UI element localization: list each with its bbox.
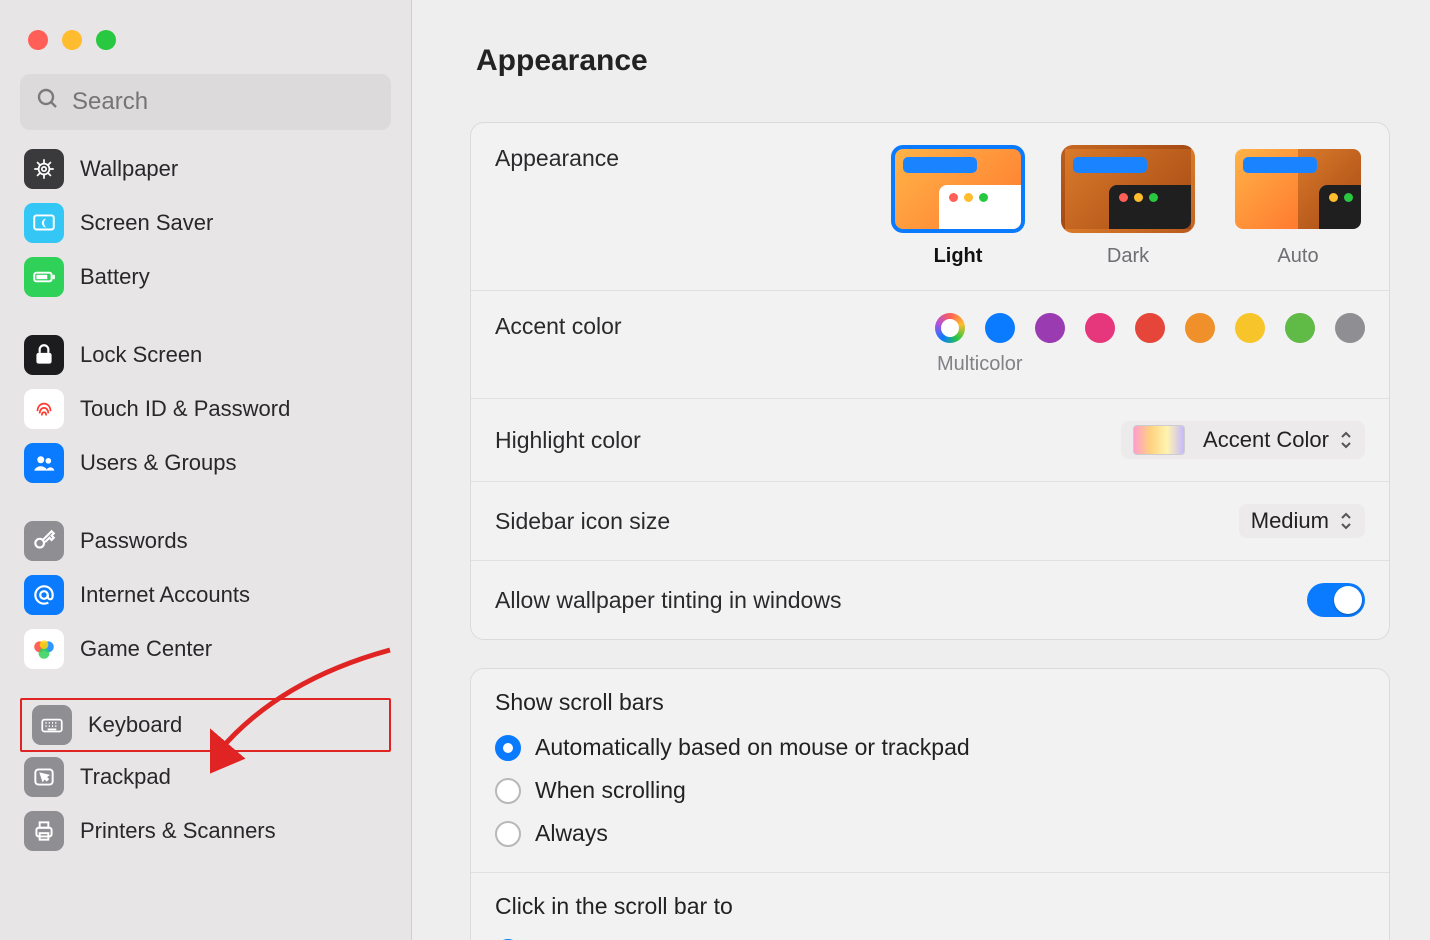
chevron-updown-icon bbox=[1339, 430, 1357, 450]
at-icon bbox=[24, 575, 64, 615]
wallpaper-icon bbox=[24, 149, 64, 189]
sidebar-item-label: Lock Screen bbox=[80, 342, 202, 368]
minimize-window-button[interactable] bbox=[62, 30, 82, 50]
sidebar-item-wallpaper[interactable]: Wallpaper bbox=[14, 142, 397, 196]
zoom-window-button[interactable] bbox=[96, 30, 116, 50]
radio-option[interactable]: Always bbox=[471, 816, 1389, 859]
accent-color-swatch-3[interactable] bbox=[1085, 313, 1115, 343]
highlight-color-value: Accent Color bbox=[1203, 427, 1329, 453]
accent-color-swatch-1[interactable] bbox=[985, 313, 1015, 343]
sidebar-item-label: Trackpad bbox=[80, 764, 171, 790]
appearance-card: Appearance Light Dark Auto Accent color … bbox=[470, 122, 1390, 640]
lock-icon bbox=[24, 335, 64, 375]
appearance-option-light[interactable]: Light bbox=[891, 145, 1025, 268]
highlight-color-select[interactable]: Accent Color bbox=[1121, 421, 1365, 459]
wallpaper-tinting-toggle[interactable] bbox=[1307, 583, 1365, 617]
trackpad-icon bbox=[24, 757, 64, 797]
radio-label: When scrolling bbox=[535, 777, 686, 804]
search-field[interactable] bbox=[20, 74, 391, 130]
sidebar-icon-size-select[interactable]: Medium bbox=[1239, 504, 1365, 538]
appearance-option-dark[interactable]: Dark bbox=[1061, 145, 1195, 268]
search-input[interactable] bbox=[72, 88, 375, 116]
sidebar-item-lock-screen[interactable]: Lock Screen bbox=[14, 328, 397, 382]
highlight-swatch-icon bbox=[1133, 425, 1185, 455]
radio-button[interactable] bbox=[495, 735, 521, 761]
accent-color-swatch-0[interactable] bbox=[935, 313, 965, 343]
sidebar-item-label: Passwords bbox=[80, 528, 188, 554]
sidebar-item-label: Wallpaper bbox=[80, 156, 178, 182]
sidebar-item-passwords[interactable]: Passwords bbox=[14, 514, 397, 568]
sidebar-item-label: Touch ID & Password bbox=[80, 396, 290, 422]
sidebar-item-label: Game Center bbox=[80, 636, 212, 662]
appearance-option-auto[interactable]: Auto bbox=[1231, 145, 1365, 268]
accent-color-label: Accent color bbox=[495, 313, 622, 340]
sidebar-item-internet-accounts[interactable]: Internet Accounts bbox=[14, 568, 397, 622]
accent-color-swatch-6[interactable] bbox=[1235, 313, 1265, 343]
highlight-color-label: Highlight color bbox=[495, 427, 641, 454]
sidebar-item-label: Users & Groups bbox=[80, 450, 237, 476]
sidebar-item-battery[interactable]: Battery bbox=[14, 250, 397, 304]
gamecenter-icon bbox=[24, 629, 64, 669]
radio-option[interactable]: When scrolling bbox=[471, 773, 1389, 816]
printer-icon bbox=[24, 811, 64, 851]
accent-selected-name: Multicolor bbox=[937, 353, 1023, 376]
accent-color-swatch-4[interactable] bbox=[1135, 313, 1165, 343]
wallpaper-tinting-label: Allow wallpaper tinting in windows bbox=[495, 587, 841, 614]
accent-color-swatch-7[interactable] bbox=[1285, 313, 1315, 343]
appearance-option-label: Light bbox=[934, 245, 983, 268]
sidebar-item-printers-scanners[interactable]: Printers & Scanners bbox=[14, 804, 397, 858]
close-window-button[interactable] bbox=[28, 30, 48, 50]
click-scrollbar-label: Click in the scroll bar to bbox=[471, 873, 1389, 934]
key-icon bbox=[24, 521, 64, 561]
search-icon bbox=[36, 87, 60, 117]
show-scrollbars-label: Show scroll bars bbox=[471, 669, 1389, 730]
radio-button[interactable] bbox=[495, 821, 521, 847]
radio-button[interactable] bbox=[495, 778, 521, 804]
sidebar-item-label: Internet Accounts bbox=[80, 582, 250, 608]
appearance-label: Appearance bbox=[495, 145, 619, 172]
sidebar-item-users-groups[interactable]: Users & Groups bbox=[14, 436, 397, 490]
sidebar-item-label: Printers & Scanners bbox=[80, 818, 276, 844]
battery-icon bbox=[24, 257, 64, 297]
users-icon bbox=[24, 443, 64, 483]
radio-option[interactable]: Automatically based on mouse or trackpad bbox=[471, 730, 1389, 773]
sidebar-item-game-center[interactable]: Game Center bbox=[14, 622, 397, 676]
page-title: Appearance bbox=[476, 44, 1390, 78]
sidebar-item-trackpad[interactable]: Trackpad bbox=[14, 750, 397, 804]
sidebar-item-label: Keyboard bbox=[88, 712, 182, 738]
content-pane: Appearance Appearance Light Dark Auto Ac… bbox=[412, 0, 1430, 940]
chevron-updown-icon bbox=[1339, 511, 1357, 531]
sidebar: Wallpaper Screen Saver Battery Lock Scre… bbox=[0, 0, 412, 940]
sidebar-item-touch-id-password[interactable]: Touch ID & Password bbox=[14, 382, 397, 436]
appearance-option-label: Dark bbox=[1107, 245, 1149, 268]
accent-color-swatch-5[interactable] bbox=[1185, 313, 1215, 343]
accent-color-swatch-2[interactable] bbox=[1035, 313, 1065, 343]
keyboard-icon bbox=[32, 705, 72, 745]
window-controls bbox=[0, 18, 411, 74]
touchid-icon bbox=[24, 389, 64, 429]
screensaver-icon bbox=[24, 203, 64, 243]
scrollbars-card: Show scroll bars Automatically based on … bbox=[470, 668, 1390, 940]
sidebar-item-keyboard[interactable]: Keyboard bbox=[20, 698, 391, 752]
sidebar-item-label: Screen Saver bbox=[80, 210, 213, 236]
radio-label: Automatically based on mouse or trackpad bbox=[535, 734, 970, 761]
appearance-option-label: Auto bbox=[1277, 245, 1318, 268]
radio-option[interactable]: Jump to the next page bbox=[471, 934, 1389, 940]
sidebar-icon-size-value: Medium bbox=[1251, 508, 1329, 534]
sidebar-icon-size-label: Sidebar icon size bbox=[495, 508, 670, 535]
sidebar-item-screen-saver[interactable]: Screen Saver bbox=[14, 196, 397, 250]
accent-color-swatch-8[interactable] bbox=[1335, 313, 1365, 343]
sidebar-item-label: Battery bbox=[80, 264, 150, 290]
radio-label: Always bbox=[535, 820, 608, 847]
